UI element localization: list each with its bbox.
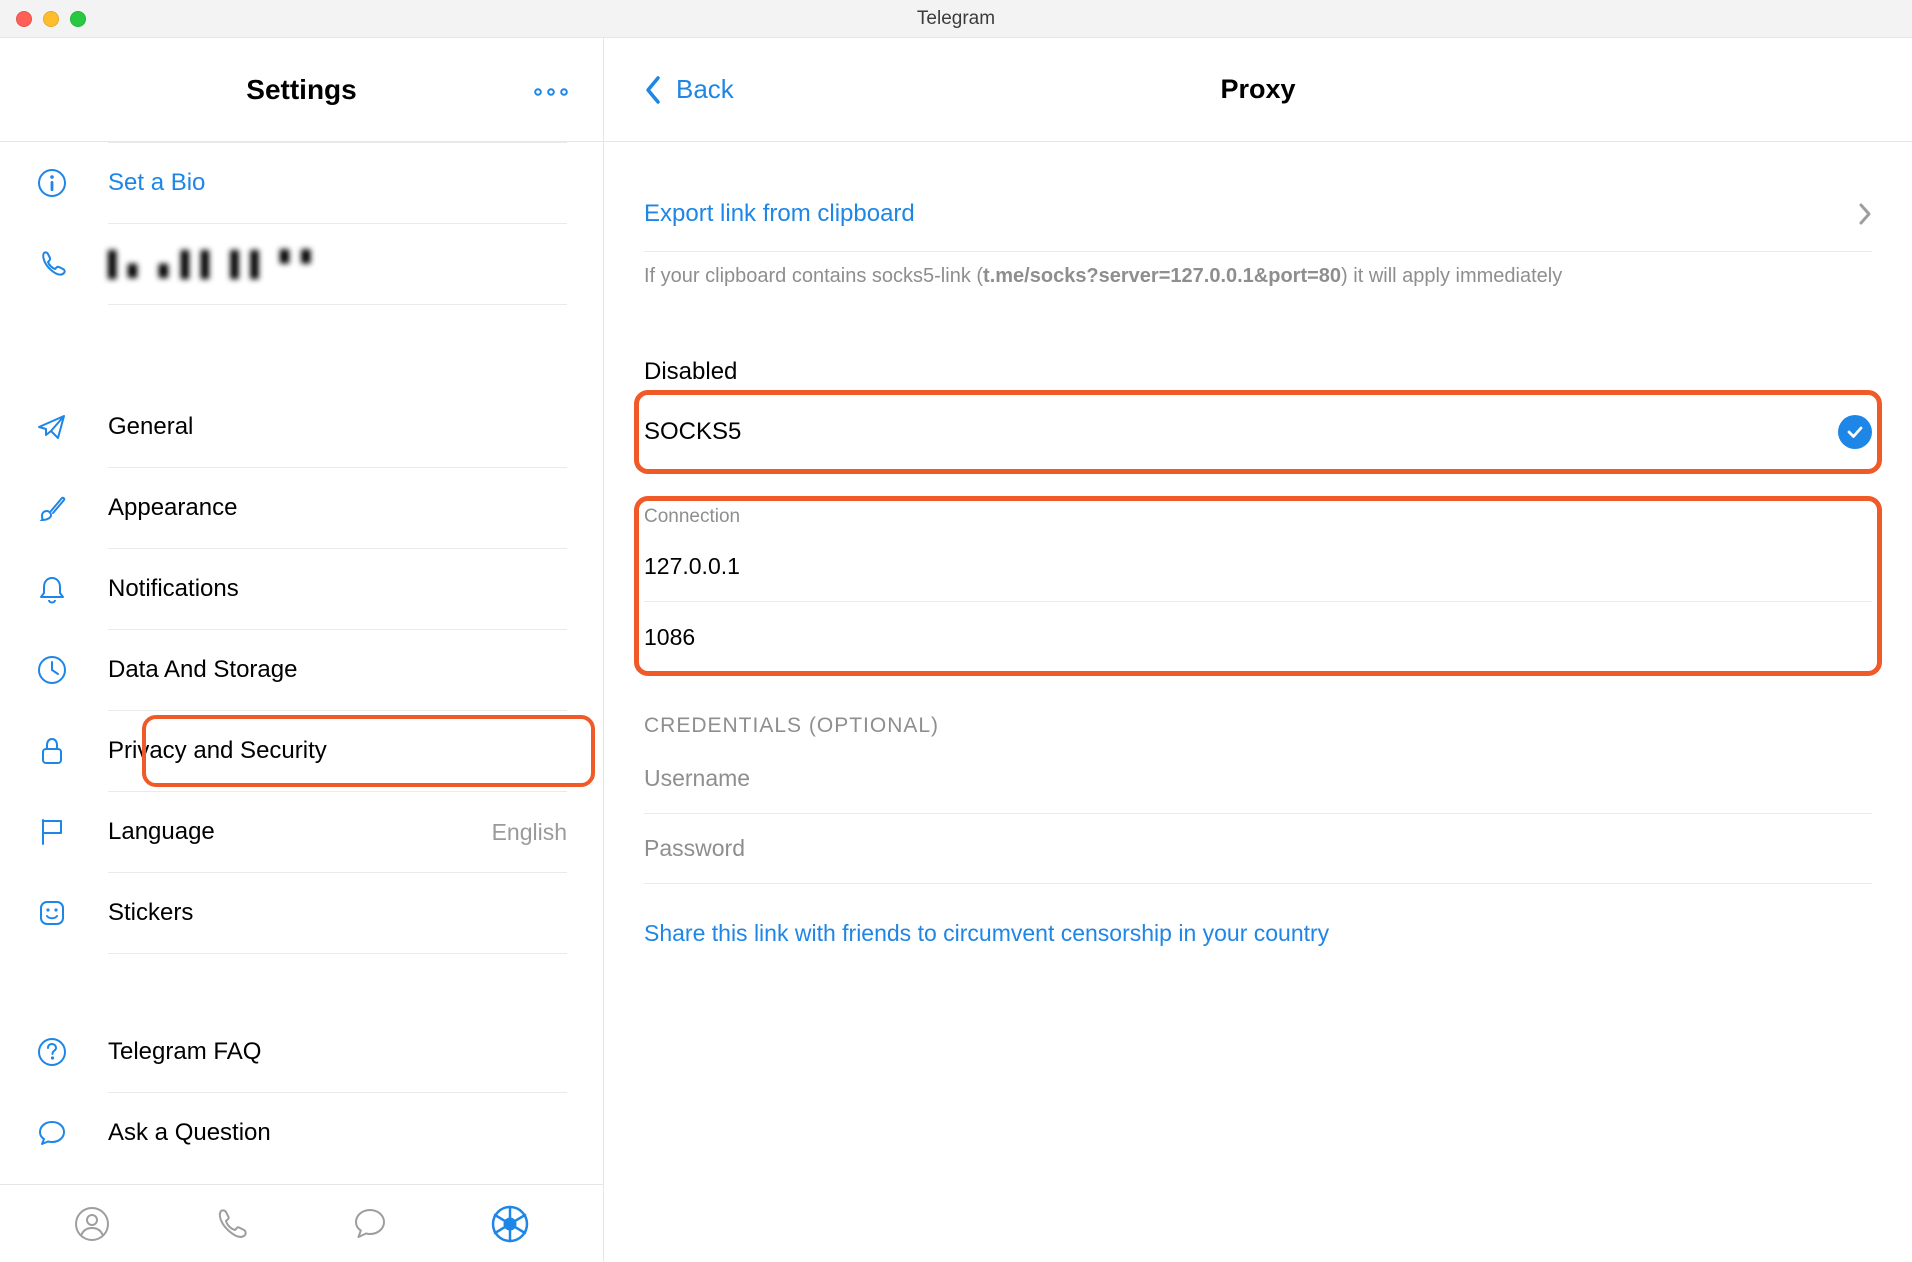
sidebar-item-faq[interactable]: Telegram FAQ bbox=[36, 1012, 603, 1092]
password-input[interactable] bbox=[644, 835, 1872, 862]
sidebar-item-label: Set a Bio bbox=[108, 169, 603, 197]
bell-icon bbox=[36, 573, 108, 605]
sidebar-item-label: ▌▖▗ ▌▌ ▌▌ ▘▘ bbox=[108, 250, 603, 279]
sidebar-item-privacy-security[interactable]: Privacy and Security bbox=[36, 711, 603, 791]
content-header: Back Proxy bbox=[604, 38, 1912, 142]
content-panel: Back Proxy Export link from clipboard If… bbox=[604, 38, 1912, 1262]
sidebar-item-ask-question[interactable]: Ask a Question bbox=[36, 1093, 603, 1173]
share-link-label: Share this link with friends to circumve… bbox=[644, 920, 1329, 946]
chevron-left-icon bbox=[644, 75, 662, 105]
sidebar-item-notifications[interactable]: Notifications bbox=[36, 549, 603, 629]
settings-sidebar: Settings Set a Bio bbox=[0, 38, 604, 1262]
content-body: Export link from clipboard If your clipb… bbox=[604, 142, 1912, 1262]
sidebar-item-label: General bbox=[108, 413, 603, 441]
info-icon bbox=[36, 167, 108, 199]
sidebar-item-label: Telegram FAQ bbox=[108, 1038, 603, 1066]
paintbrush-icon bbox=[36, 492, 108, 524]
sidebar-item-phone[interactable]: ▌▖▗ ▌▌ ▌▌ ▘▘ bbox=[36, 224, 603, 304]
export-hint: If your clipboard contains socks5-link (… bbox=[644, 252, 1872, 310]
settings-tab-icon[interactable] bbox=[490, 1204, 530, 1244]
port-input[interactable] bbox=[644, 624, 1872, 651]
sidebar-item-label: Privacy and Security bbox=[108, 737, 603, 765]
port-field[interactable] bbox=[644, 602, 1872, 672]
sidebar-item-data-storage[interactable]: Data And Storage bbox=[36, 630, 603, 710]
password-field[interactable] bbox=[644, 814, 1872, 884]
sidebar-item-label: Language bbox=[108, 818, 492, 846]
share-link[interactable]: Share this link with friends to circumve… bbox=[644, 884, 1872, 947]
proxy-type-label: SOCKS5 bbox=[644, 418, 741, 446]
sidebar-item-label: Data And Storage bbox=[108, 656, 603, 684]
export-link-label: Export link from clipboard bbox=[644, 200, 915, 228]
more-icon[interactable] bbox=[533, 76, 569, 104]
proxy-type-row[interactable]: SOCKS5 bbox=[644, 394, 1872, 470]
title-bar: Telegram bbox=[0, 0, 1912, 38]
sidebar-item-appearance[interactable]: Appearance bbox=[36, 468, 603, 548]
username-input[interactable] bbox=[644, 765, 1872, 792]
phone-icon bbox=[36, 248, 108, 280]
sidebar-item-label: Stickers bbox=[108, 899, 603, 927]
content-title: Proxy bbox=[604, 74, 1912, 105]
sticker-icon bbox=[36, 897, 108, 929]
back-label: Back bbox=[676, 74, 734, 105]
lock-icon bbox=[36, 735, 108, 767]
back-button[interactable]: Back bbox=[644, 74, 734, 105]
sidebar-item-label: Ask a Question bbox=[108, 1119, 603, 1147]
sidebar-item-set-bio[interactable]: Set a Bio bbox=[36, 143, 603, 223]
sidebar-item-label: Notifications bbox=[108, 575, 603, 603]
contacts-tab-icon[interactable] bbox=[73, 1205, 111, 1243]
check-circle-icon bbox=[1838, 415, 1872, 449]
sidebar-item-label: Appearance bbox=[108, 494, 603, 522]
window-title: Telegram bbox=[0, 8, 1912, 30]
username-field[interactable] bbox=[644, 744, 1872, 814]
clock-icon bbox=[36, 654, 108, 686]
calls-tab-icon[interactable] bbox=[212, 1205, 250, 1243]
sidebar-title: Settings bbox=[246, 74, 356, 106]
sidebar-item-general[interactable]: General bbox=[36, 387, 603, 467]
export-link-row[interactable]: Export link from clipboard bbox=[644, 176, 1872, 252]
help-icon bbox=[36, 1036, 108, 1068]
chevron-right-icon bbox=[1858, 202, 1872, 226]
paper-plane-icon bbox=[36, 411, 108, 443]
chat-bubble-icon bbox=[36, 1117, 108, 1149]
host-field[interactable] bbox=[644, 532, 1872, 602]
sidebar-item-stickers[interactable]: Stickers bbox=[36, 873, 603, 953]
sidebar-footer bbox=[0, 1184, 603, 1262]
host-input[interactable] bbox=[644, 553, 1872, 580]
proxy-state-heading: Disabled bbox=[644, 310, 1872, 394]
chats-tab-icon[interactable] bbox=[351, 1205, 389, 1243]
sidebar-item-value: English bbox=[492, 819, 567, 846]
flag-icon bbox=[36, 816, 108, 848]
sidebar-item-language[interactable]: Language English bbox=[36, 792, 603, 872]
sidebar-header: Settings bbox=[0, 38, 603, 142]
sidebar-body: Set a Bio ▌▖▗ ▌▌ ▌▌ ▘▘ Gen bbox=[0, 142, 603, 1184]
connection-label: Connection bbox=[644, 498, 1872, 532]
credentials-label: CREDENTIALS (OPTIONAL) bbox=[644, 672, 1872, 744]
